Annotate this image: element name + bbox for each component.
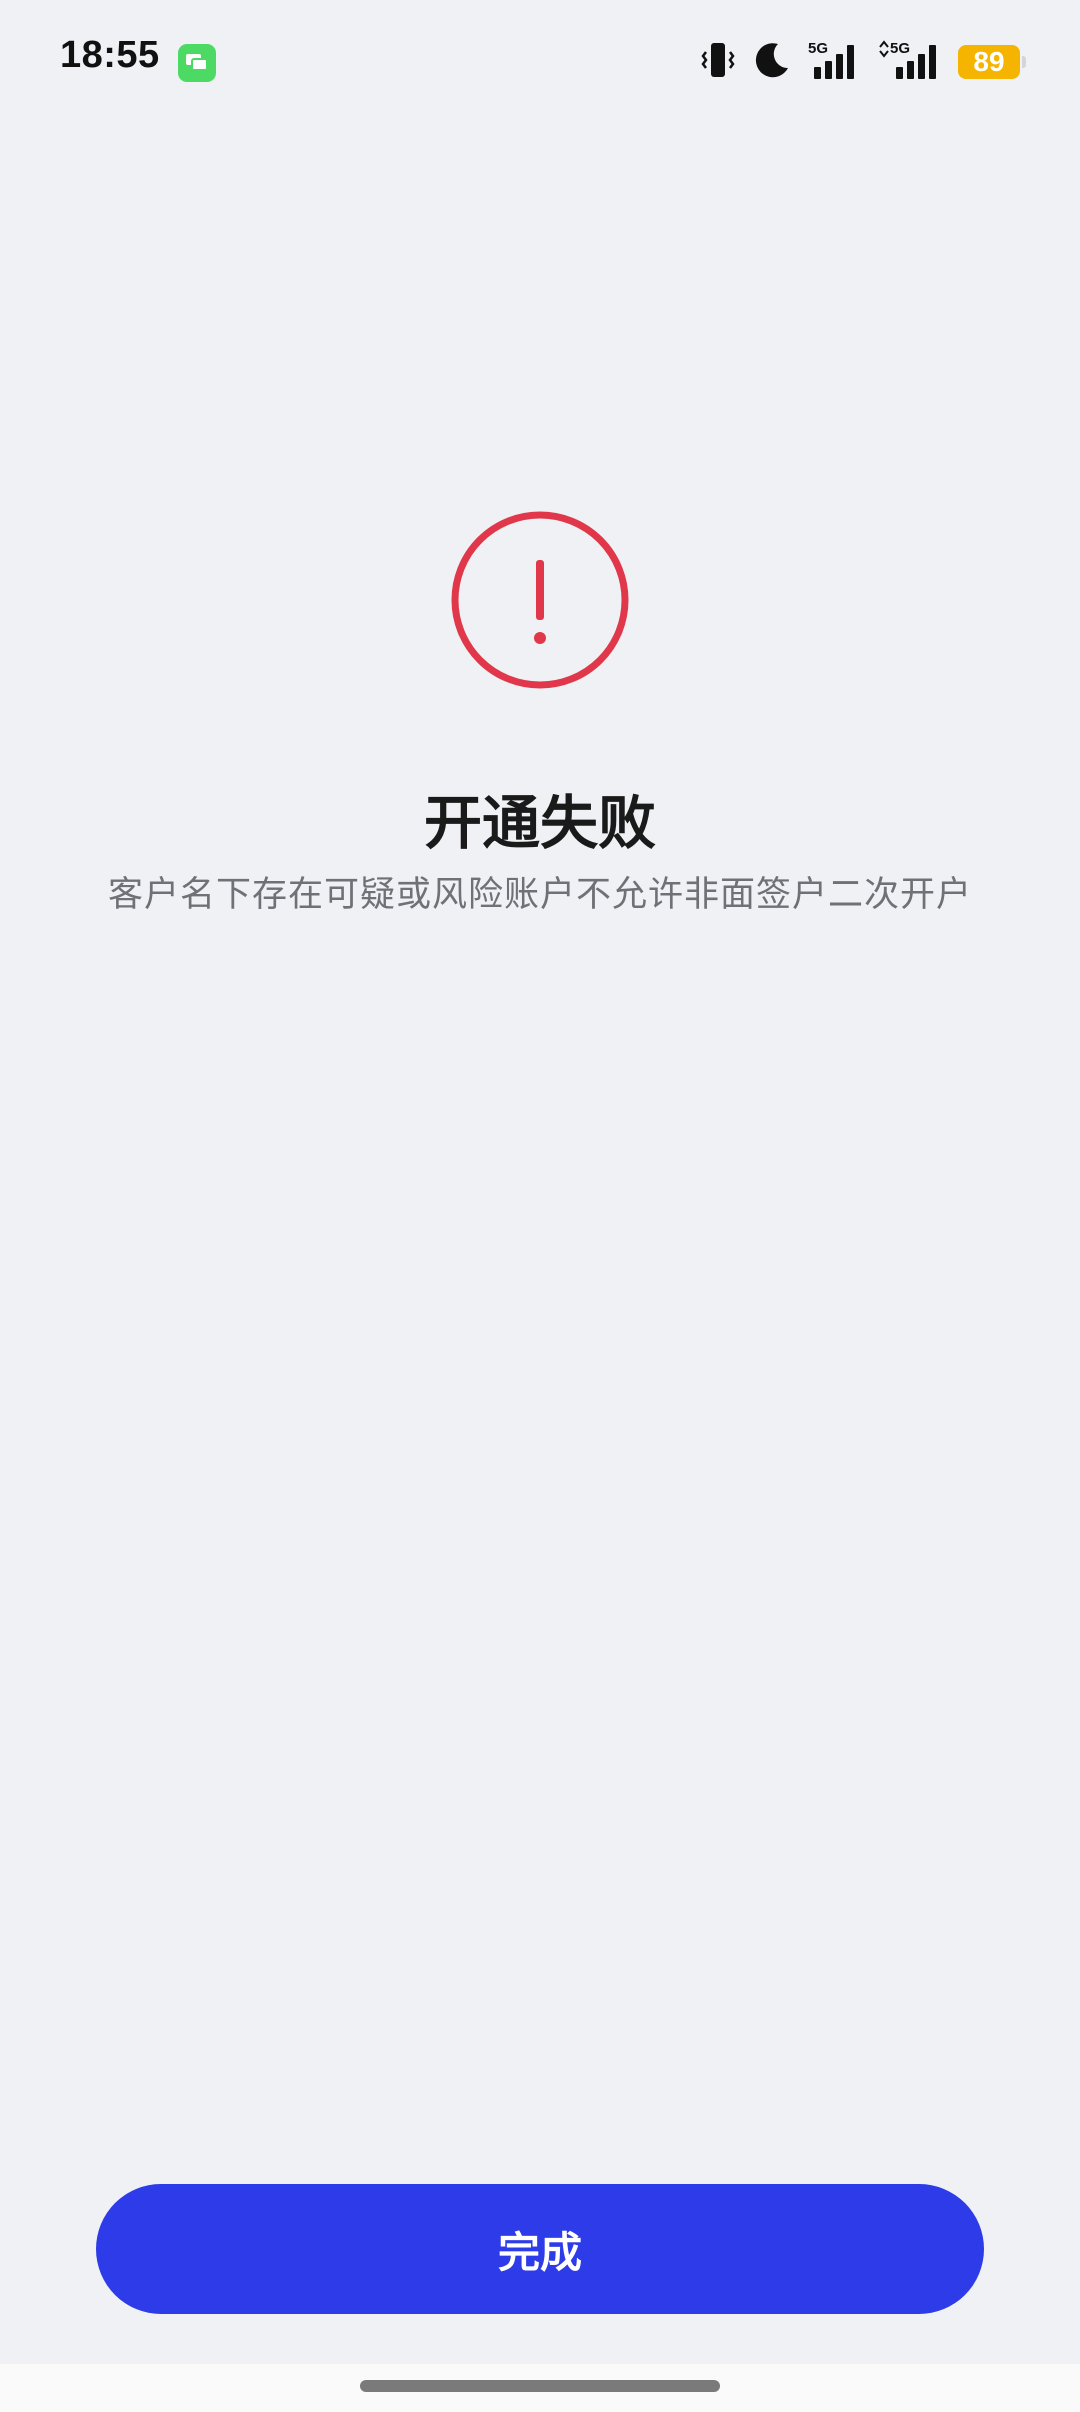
- battery-icon: 89: [958, 45, 1026, 79]
- vibrate-icon: [700, 40, 736, 84]
- exclamation-circle-icon: [450, 510, 630, 690]
- home-indicator[interactable]: [360, 2380, 720, 2392]
- signal-5g-data-icon: 5G: [876, 39, 942, 85]
- signal-5g-icon: 5G: [808, 39, 860, 85]
- battery-level: 89: [973, 46, 1005, 77]
- status-time: 18:55: [60, 34, 160, 76]
- result-title: 开通失败: [423, 789, 656, 857]
- do-not-disturb-moon-icon: [752, 40, 792, 84]
- result-description: 客户名下存在可疑或风险账户不允许非面签户二次开户: [107, 875, 972, 915]
- message-app-icon: [178, 44, 216, 82]
- network-1-label: 5G: [808, 40, 828, 57]
- status-bar: 18:55 5G 5G 89: [0, 0, 1080, 124]
- done-button-label: 完成: [497, 2227, 582, 2277]
- network-2-label: 5G: [890, 40, 910, 57]
- done-button[interactable]: 完成: [96, 2184, 984, 2314]
- status-indicators: 5G 5G 89: [700, 38, 1026, 86]
